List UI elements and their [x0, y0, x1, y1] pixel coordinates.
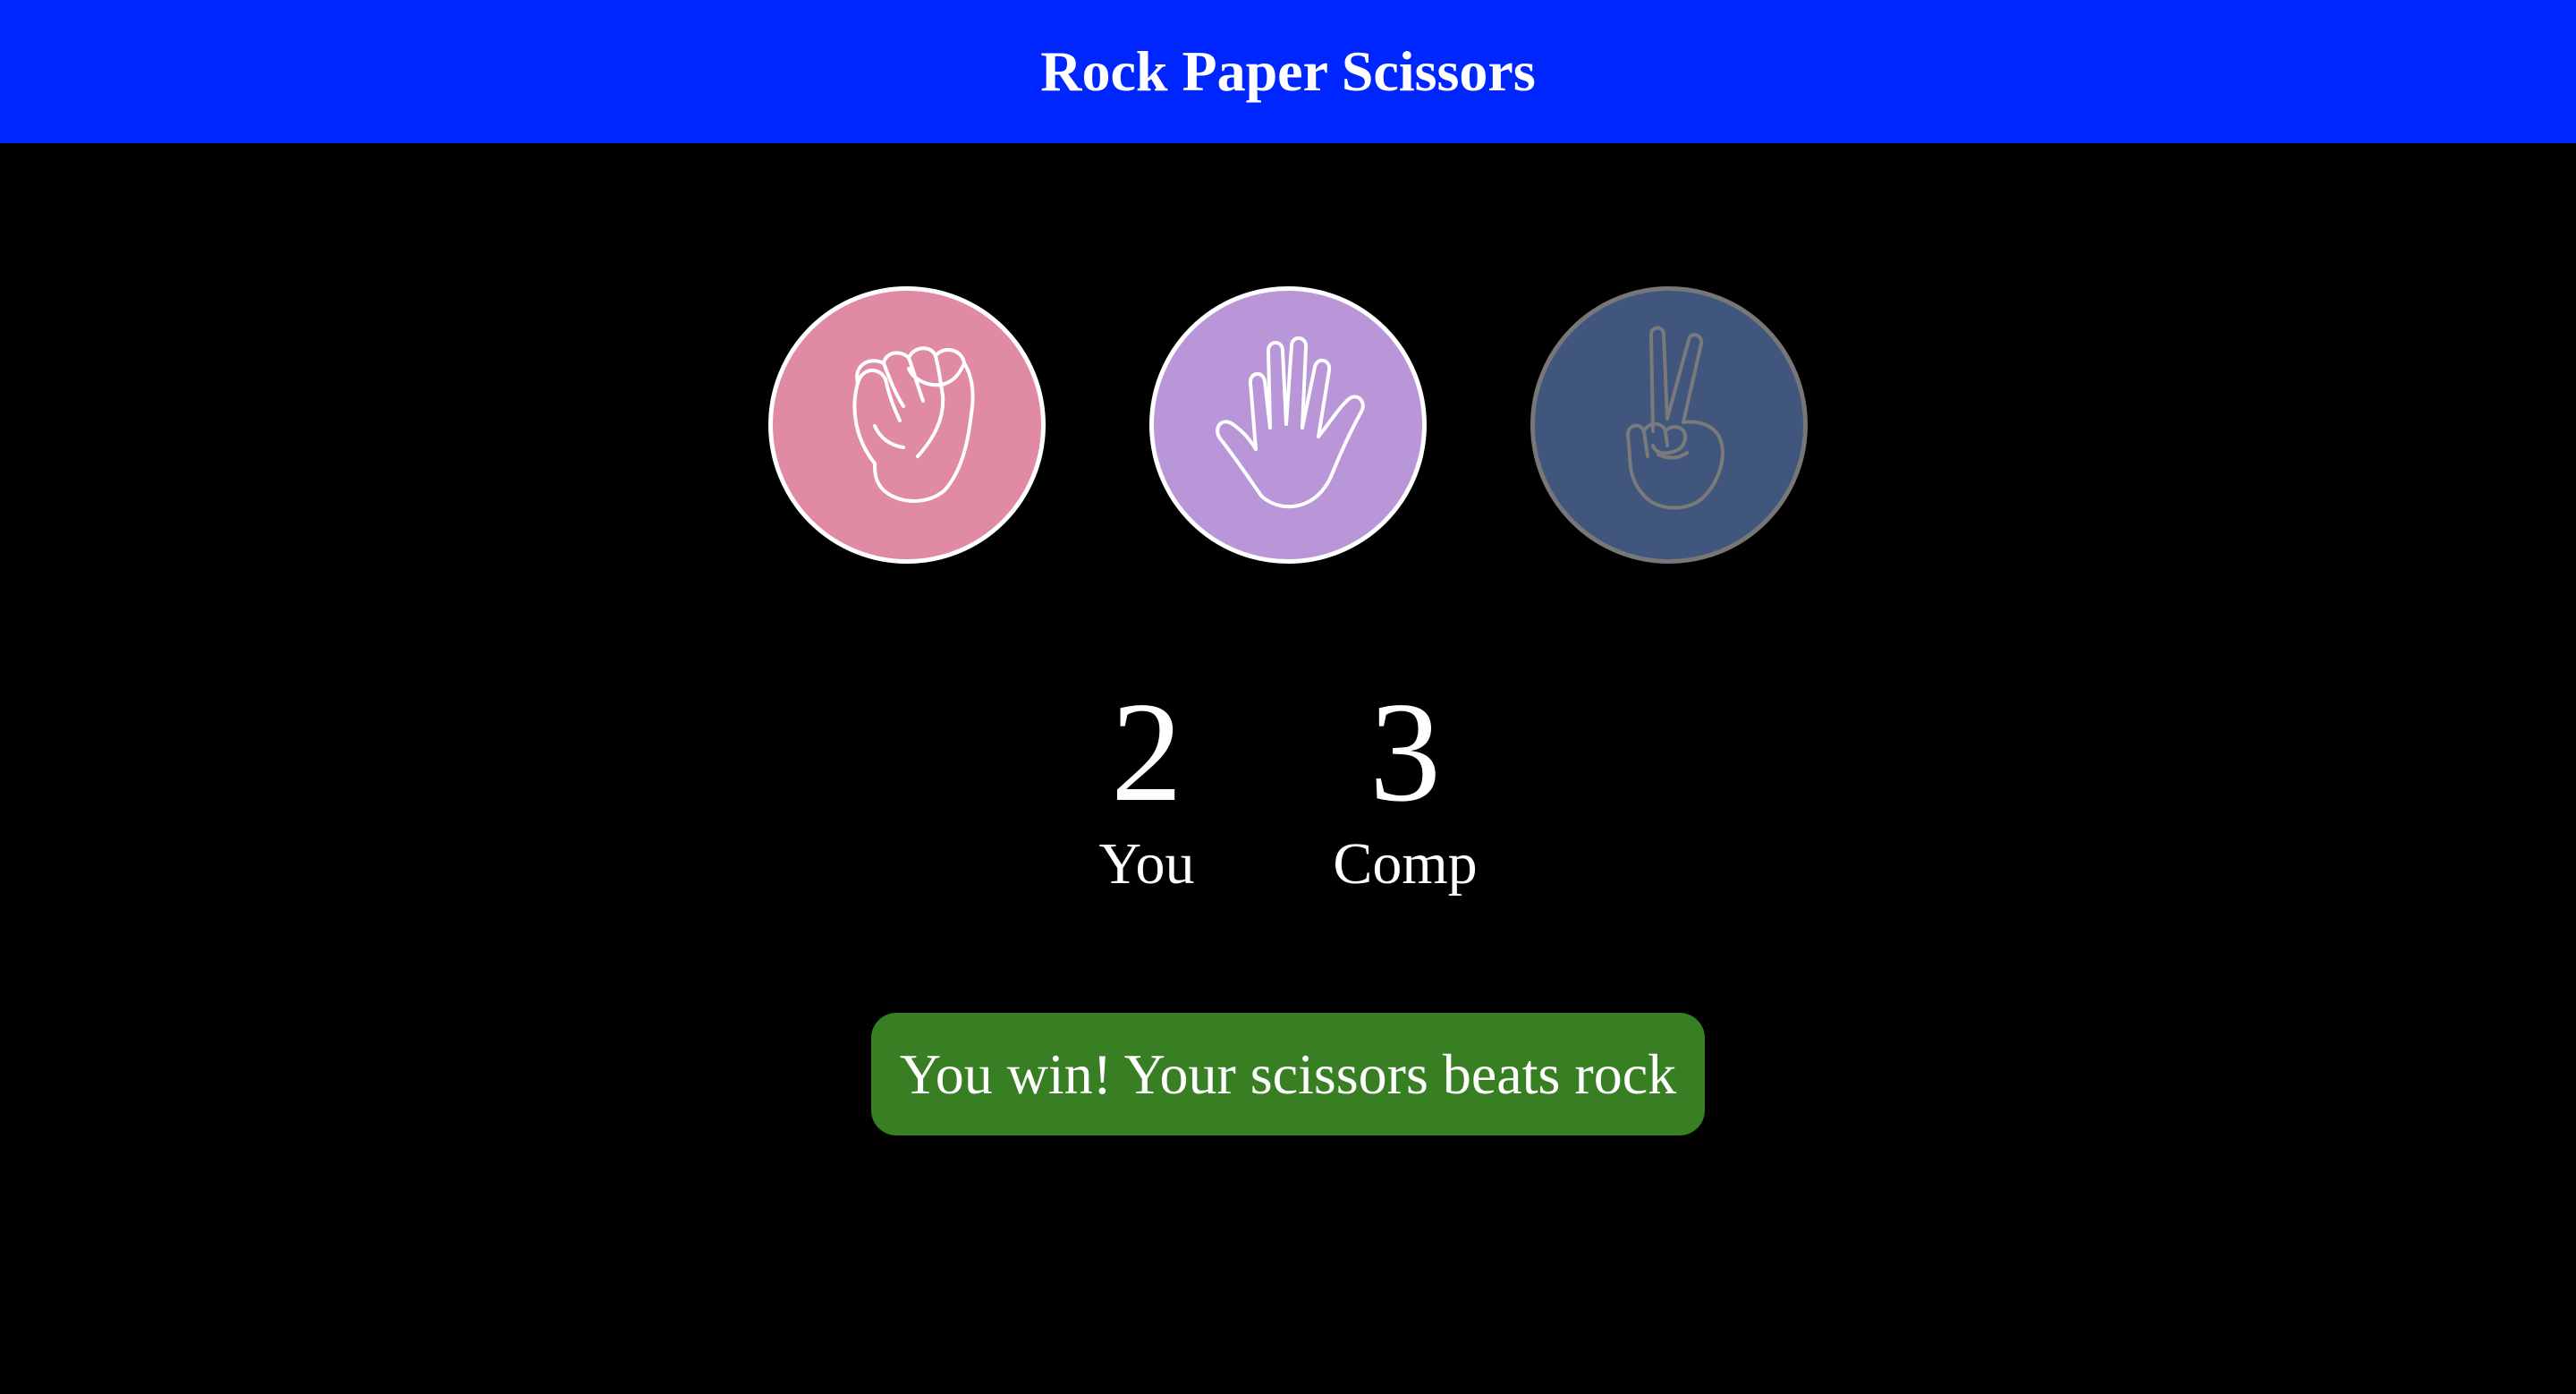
- fist-icon: [818, 320, 996, 531]
- player-score-label: You: [1098, 831, 1195, 897]
- page-title: Rock Paper Scissors: [1040, 39, 1536, 103]
- computer-score-label: Comp: [1333, 831, 1478, 897]
- player-score-value: 2: [1111, 672, 1182, 831]
- computer-score-value: 3: [1369, 672, 1441, 831]
- result-message: You win! Your scissors beats rock: [871, 1013, 1705, 1135]
- scissors-button[interactable]: [1530, 286, 1808, 564]
- player-score: 2 You: [1013, 680, 1281, 900]
- computer-score: 3 Comp: [1271, 680, 1539, 900]
- rock-button[interactable]: [768, 286, 1046, 564]
- open-hand-icon: [1199, 320, 1377, 531]
- peace-hand-icon: [1580, 320, 1758, 531]
- scoreboard: 2 You 3 Comp: [0, 680, 2576, 913]
- paper-button[interactable]: [1149, 286, 1427, 564]
- header-bar: Rock Paper Scissors: [0, 0, 2576, 143]
- choice-buttons: [0, 286, 2576, 565]
